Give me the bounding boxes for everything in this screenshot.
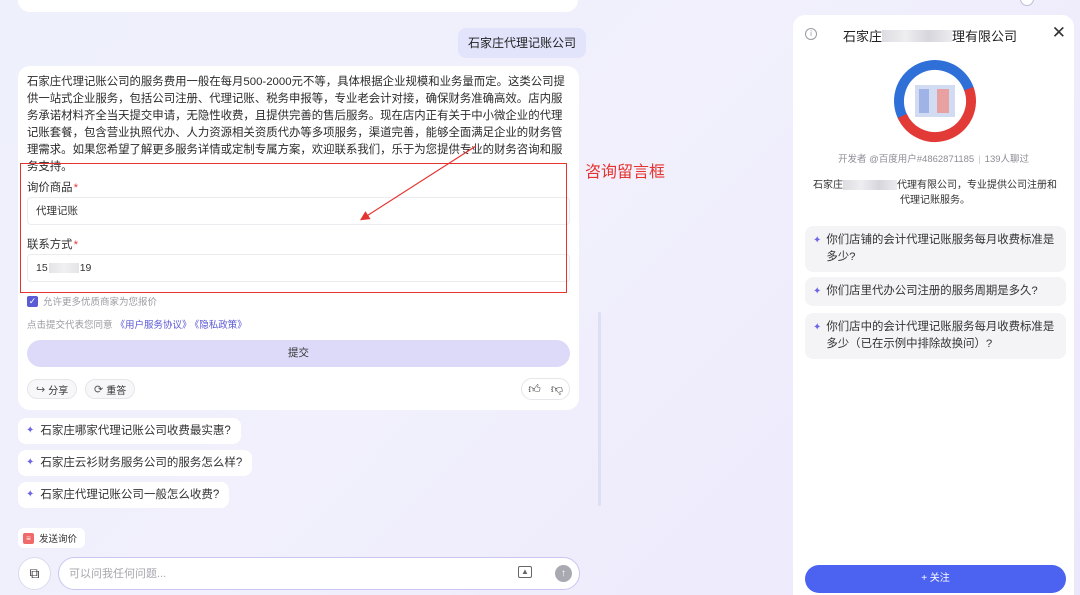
close-icon[interactable]: ✕ [1052, 23, 1066, 43]
product-field-label: 询价商品* [27, 179, 78, 195]
feedback-buttons: 👍︎ 👎︎ [521, 378, 570, 400]
developer-info: 开发者 @百度用户#4862871185 | 139人聊过 [837, 154, 1030, 165]
regenerate-label: 重答 [106, 385, 127, 397]
consent-checkbox[interactable]: ✓ [27, 295, 38, 307]
annotation-label: 咨询留言框 [585, 164, 666, 181]
suggestion-text: 石家庄代理记账公司一般怎么收费? [40, 489, 220, 501]
panel-question[interactable]: ✦ 你们店中的会计代理记账服务每月收费标准是多少（已在示例中排除故换问）? [805, 313, 1066, 359]
share-icon: ↪ [36, 383, 46, 396]
masked-digits [48, 263, 79, 274]
send-inquiry-label: 发送询价 [39, 534, 78, 545]
scrollbar[interactable] [598, 312, 601, 506]
user-agreement-link[interactable]: 《用户服务协议》 [116, 320, 192, 331]
agreement-prefix: 点击提交代表您同意 [27, 320, 113, 331]
send-arrow-icon[interactable]: ↑ [555, 565, 572, 582]
user-query-bubble: 石家庄代理记账公司 [458, 28, 587, 58]
suggestion-text: 石家庄云衫财务服务公司的服务怎么样? [40, 457, 243, 469]
consent-row[interactable]: ✓ 允许更多优质商家为您报价 [27, 294, 157, 308]
share-button[interactable]: ↪ 分享 [27, 379, 78, 399]
consent-text: 允许更多优质商家为您报价 [43, 297, 158, 308]
panel-description: 石家庄 代理有限公司，专业提供公司注册和代理记账服务。 [811, 178, 1059, 208]
submit-button[interactable]: 提交 [27, 340, 570, 367]
previous-message-card [18, 0, 578, 12]
suggestion-item[interactable]: ✦ 石家庄云衫财务服务公司的服务怎么样? [18, 450, 253, 476]
toolbox-button[interactable]: ⧉ [18, 557, 51, 590]
sparkle-icon: ✦ [813, 286, 822, 297]
panel-title-suffix: 理有限公司 [952, 29, 1018, 44]
sparkle-icon: ✦ [813, 322, 822, 333]
regenerate-button[interactable]: ⟳ 重答 [85, 379, 136, 399]
desc-suffix: 代理有限公司，专业提供公司注册和代理记账服务。 [897, 180, 1057, 206]
inquiry-icon: ≡ [23, 532, 34, 544]
panel-question-text: 你们店里代办公司注册的服务周期是多久? [826, 285, 1038, 297]
info-icon[interactable]: i [805, 28, 817, 40]
image-icon[interactable]: ▲ [518, 566, 532, 578]
answer-card: 石家庄代理记账公司的服务费用一般在每月500-2000元不等，具体根据企业规模和… [18, 66, 579, 410]
desc-prefix: 石家庄 [813, 180, 843, 191]
panel-title: 石家庄 理有限公司 [843, 26, 1017, 45]
panel-question[interactable]: ✦ 你们店里代办公司注册的服务周期是多久? [805, 277, 1066, 306]
send-inquiry-button[interactable]: ≡ 发送询价 [18, 528, 86, 548]
share-label: 分享 [48, 385, 69, 397]
contact-input[interactable]: 15 19 [27, 254, 570, 282]
contact-field-label: 联系方式* [27, 236, 78, 252]
company-logo [894, 60, 976, 142]
panel-question-text: 你们店中的会计代理记账服务每月收费标准是多少（已在示例中排除故换问）? [826, 321, 1055, 350]
panel-question-text: 你们店铺的会计代理记账服务每月收费标准是多少? [826, 234, 1055, 263]
refresh-icon: ⟳ [94, 383, 104, 396]
suggestion-text: 石家庄哪家代理记账公司收费最实惠? [40, 425, 231, 437]
sparkle-icon: ✦ [813, 235, 822, 246]
follow-button[interactable]: + 关注 [805, 565, 1066, 593]
privacy-policy-link[interactable]: 《隐私政策》 [195, 320, 247, 331]
suggestion-item[interactable]: ✦ 石家庄代理记账公司一般怎么收费? [18, 482, 230, 508]
required-mark: * [73, 239, 79, 251]
thumb-up-icon[interactable]: 👍︎ [528, 382, 541, 397]
sparkle-icon: ✦ [26, 457, 35, 468]
suggestion-item[interactable]: ✦ 石家庄哪家代理记账公司收费最实惠? [18, 418, 241, 444]
product-label-text: 询价商品 [27, 182, 73, 194]
contact-suffix: 19 [79, 262, 92, 274]
sparkle-icon: ✦ [26, 425, 35, 436]
required-mark: * [73, 182, 79, 194]
toolbox-icon: ⧉ [29, 565, 40, 581]
developer-text: 开发者 @百度用户#4862871185 [837, 154, 975, 165]
agreement-line: 点击提交代表您同意 《用户服务协议》 《隐私政策》 [27, 317, 247, 331]
answer-text: 石家庄代理记账公司的服务费用一般在每月500-2000元不等，具体根据企业规模和… [27, 76, 565, 173]
product-value: 代理记账 [36, 205, 78, 217]
thumb-down-icon[interactable]: 👎︎ [551, 382, 563, 397]
help-icon[interactable] [1020, 0, 1034, 6]
chat-count: 139人聊过 [984, 154, 1030, 165]
chat-input[interactable] [58, 557, 580, 590]
blurred-name [882, 29, 953, 42]
contact-label-text: 联系方式 [27, 239, 73, 251]
agent-info-panel: i 石家庄 理有限公司 ✕ 开发者 @百度用户#4862871185 | 139人聊… [793, 15, 1074, 595]
panel-question[interactable]: ✦ 你们店铺的会计代理记账服务每月收费标准是多少? [805, 226, 1066, 272]
product-input[interactable]: 代理记账 [27, 197, 570, 225]
panel-title-prefix: 石家庄 [843, 29, 883, 44]
blurred-name [843, 180, 897, 191]
sparkle-icon: ✦ [26, 489, 35, 500]
contact-prefix: 15 [36, 262, 48, 274]
